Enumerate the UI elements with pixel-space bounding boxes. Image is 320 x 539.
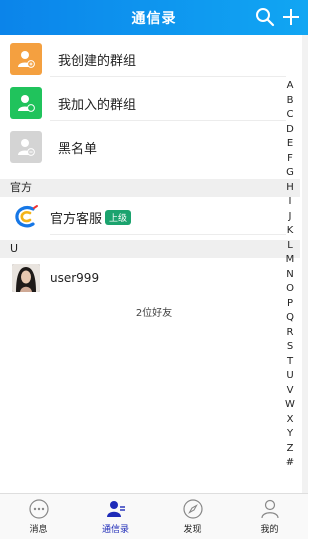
index-letter[interactable]: V — [287, 384, 294, 399]
bottom-tab-bar: 消息 通信录 发现 我的 — [0, 493, 308, 539]
tab-contacts[interactable]: 通信录 — [77, 494, 154, 539]
header-actions — [254, 6, 302, 28]
contacts-screen: 通信录 我创建的群组 我加入的群组 黑名单 官方 官方客服 上级 U user9… — [0, 0, 308, 539]
index-letter[interactable]: P — [287, 297, 293, 312]
my-joined-groups-row[interactable]: 我加入的群组 — [0, 85, 286, 121]
search-button[interactable] — [254, 6, 276, 28]
group-create-icon — [10, 43, 42, 75]
index-letter[interactable]: L — [287, 239, 293, 254]
contact-row-user999[interactable]: user999 — [0, 261, 286, 295]
index-letter[interactable]: Q — [286, 311, 294, 326]
tab-label: 通信录 — [101, 525, 129, 535]
group-row-label: 黑名单 — [58, 141, 98, 157]
contact-name: user999 — [50, 271, 100, 285]
group-row-label: 我创建的群组 — [58, 53, 137, 69]
page-title: 通信录 — [131, 10, 177, 27]
index-letter[interactable]: R — [287, 326, 294, 341]
index-letter[interactable]: W — [285, 398, 295, 413]
search-icon — [256, 8, 275, 27]
tab-messages[interactable]: 消息 — [0, 494, 77, 539]
tab-label: 消息 — [29, 525, 48, 535]
divider — [50, 120, 286, 121]
index-letter[interactable]: F — [287, 152, 293, 167]
index-letter[interactable]: J — [289, 210, 292, 225]
blacklist-row[interactable]: 黑名单 — [0, 129, 286, 165]
contact-name: 官方客服 — [50, 211, 103, 227]
index-letter[interactable]: H — [286, 181, 294, 196]
section-header-official: 官方 — [0, 179, 300, 197]
index-letter[interactable]: T — [287, 355, 293, 370]
index-letter[interactable]: G — [286, 166, 294, 181]
chat-icon — [28, 499, 49, 519]
index-letter[interactable]: S — [287, 340, 293, 355]
section-header-u: U — [0, 240, 300, 258]
index-letter[interactable]: Z — [287, 442, 294, 457]
index-letter[interactable]: I — [289, 195, 292, 210]
index-letter[interactable]: C — [287, 108, 294, 123]
index-letter[interactable]: # — [286, 456, 294, 471]
contacts-icon — [106, 501, 125, 517]
plus-icon — [283, 9, 299, 25]
index-letter[interactable]: Y — [287, 427, 293, 442]
index-letter[interactable]: U — [286, 369, 293, 384]
index-letter[interactable]: M — [286, 253, 295, 268]
my-created-groups-row[interactable]: 我创建的群组 — [0, 41, 286, 77]
tab-label: 我的 — [260, 525, 279, 535]
index-letter[interactable]: N — [286, 268, 293, 283]
role-badge: 上级 — [105, 209, 132, 225]
group-join-icon — [10, 87, 42, 119]
compass-icon — [182, 499, 203, 519]
avatar — [12, 264, 40, 292]
add-button[interactable] — [280, 6, 302, 28]
official-logo-icon — [12, 203, 40, 231]
header-bar: 通信录 — [0, 0, 308, 35]
friend-count: 2位好友 — [135, 308, 173, 319]
divider — [50, 234, 286, 235]
alphabet-index[interactable]: A B C D E F G H I J K L M N O P Q R S T U V W X Y Z # — [284, 79, 296, 471]
index-letter[interactable]: O — [286, 282, 294, 297]
index-letter[interactable]: D — [286, 123, 294, 138]
divider — [50, 76, 286, 77]
index-letter[interactable]: A — [287, 79, 294, 94]
index-letter[interactable]: K — [287, 224, 294, 239]
index-letter[interactable]: B — [287, 94, 294, 109]
group-row-label: 我加入的群组 — [58, 97, 137, 113]
blacklist-icon — [10, 131, 42, 163]
index-letter[interactable]: X — [287, 413, 294, 428]
index-letter[interactable]: E — [287, 137, 293, 152]
tab-profile[interactable]: 我的 — [231, 494, 308, 539]
tab-discover[interactable]: 发现 — [154, 494, 231, 539]
profile-icon — [260, 499, 279, 519]
scrollbar[interactable] — [302, 35, 308, 493]
contact-row-official-service[interactable]: 官方客服 上级 — [0, 199, 286, 235]
tab-label: 发现 — [183, 525, 202, 535]
